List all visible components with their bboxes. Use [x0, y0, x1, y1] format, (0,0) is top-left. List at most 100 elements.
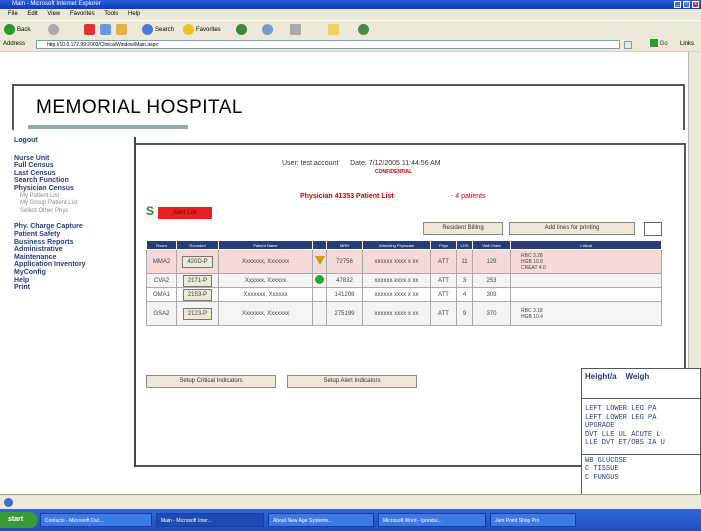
address-label: Address	[3, 41, 26, 47]
sidebar-item-maintenance[interactable]: Maintenance	[14, 254, 134, 262]
mrn-cell: 141208	[326, 287, 363, 302]
close-icon[interactable]: x	[692, 1, 699, 8]
address-input[interactable]: http://10.0.172.99:2003/ClinicalWindow/M…	[36, 40, 620, 49]
sidebar-item-print[interactable]: Print	[14, 284, 134, 292]
popup-line: LEFT LOWER LEG PA	[585, 405, 657, 413]
patient-name-cell[interactable]: Xxxxxxx, Xxxxxx	[218, 287, 313, 302]
stop-button[interactable]	[84, 24, 97, 36]
star-icon	[183, 24, 194, 35]
refresh-icon	[100, 24, 111, 35]
rounded-cell: 2153-P	[176, 287, 219, 302]
popup-height-label: Height/a	[585, 372, 617, 381]
resident-billing-button[interactable]: Resident Billing	[423, 222, 503, 235]
task-ie-main[interactable]: Main - Microsoft Inter...	[156, 513, 264, 527]
minimize-icon[interactable]: _	[674, 1, 681, 8]
patient-name-cell[interactable]: Xxxxxxx, Xxxxxxx	[218, 249, 313, 274]
rounded-button[interactable]: 2171-P	[182, 274, 213, 287]
s-badge: S	[146, 204, 155, 218]
col-patient-name[interactable]: Patient Name	[218, 240, 313, 250]
col-room[interactable]: Room	[146, 240, 177, 250]
menu-edit[interactable]: Edit	[27, 11, 37, 17]
setup-critical-button[interactable]: Setup Critical Indicators	[146, 375, 276, 388]
menu-file[interactable]: File	[8, 11, 18, 17]
sidebar-item-nurse-unit[interactable]: Nurse Unit	[14, 155, 134, 163]
print-count-input[interactable]	[644, 222, 662, 236]
favorites-button[interactable]: Favorites	[183, 24, 221, 36]
back-button[interactable]: Back	[4, 24, 30, 36]
task-about[interactable]: About New Age Systems...	[268, 513, 374, 527]
menu-bar: File Edit View Favorites Tools Help	[0, 9, 701, 20]
window-title: Main - Microsoft Internet Explorer	[12, 1, 101, 7]
sidebar-item-search-function[interactable]: Search Function	[14, 177, 134, 185]
date-label: Date: 7/12/2005 11:44:56 AM	[350, 160, 441, 167]
table-row[interactable]: MMA2 420D-P Xxxxxxx, Xxxxxxx 72756 xxxxx…	[146, 249, 662, 274]
col-mrn[interactable]: MRN	[326, 240, 363, 250]
sidebar-item-full-census[interactable]: Full Census	[14, 162, 134, 170]
col-visit-order[interactable]: Visit Order	[472, 240, 511, 250]
setup-alert-button[interactable]: Setup Alert Indicators	[287, 375, 417, 388]
sidebar-item-patient-safety[interactable]: Patient Safety	[14, 231, 134, 239]
menu-favorites[interactable]: Favorites	[70, 11, 95, 17]
go-button[interactable]: Go	[650, 39, 676, 50]
sidebar-item-business-reports[interactable]: Business Reports	[14, 239, 134, 247]
menu-tools[interactable]: Tools	[104, 11, 118, 17]
alert-list-button[interactable]: Alert List	[158, 207, 212, 219]
col-los[interactable]: LOS	[456, 240, 473, 250]
sidebar-item-physician-census[interactable]: Physician Census	[14, 185, 134, 193]
rounded-button[interactable]: 2153-P	[182, 288, 213, 301]
green-status-dot-icon[interactable]	[315, 275, 324, 284]
patient-name-cell[interactable]: Xxxxxxx, Xxxxxxx	[218, 301, 313, 326]
col-phys[interactable]: Phys	[430, 240, 457, 250]
table-row[interactable]: CVA2 2171-P Xxxxxx, Xxxxxx 47832 xxxxxx …	[146, 273, 662, 288]
sidebar-item-help[interactable]: Help	[14, 277, 134, 285]
sidebar-item-myconfig[interactable]: MyConfig	[14, 269, 134, 277]
rounded-button[interactable]: 420D-P	[182, 255, 213, 268]
sidebar-item-charge-capture[interactable]: Phy. Charge Capture	[14, 223, 134, 231]
home-button[interactable]	[116, 24, 129, 36]
popup-divider	[582, 453, 700, 455]
table-row[interactable]: GSA2 2123-P Xxxxxxx, Xxxxxxx 275199 xxxx…	[146, 301, 662, 326]
sidebar-item-administrative[interactable]: Administrative	[14, 246, 134, 254]
ie-status-icon	[4, 498, 13, 507]
flag-cell	[312, 287, 327, 302]
history-button[interactable]	[262, 24, 275, 36]
sidebar-item-application-inventory[interactable]: Application Inventory	[14, 261, 134, 269]
los-cell: 4	[456, 287, 473, 302]
window-title-bar: Main - Microsoft Internet Explorer _ □ x	[0, 0, 701, 9]
col-attending[interactable]: Attending Physician	[362, 240, 431, 250]
menu-help[interactable]: Help	[128, 11, 140, 17]
room-cell: GSA2	[146, 301, 177, 326]
media-button[interactable]	[236, 24, 249, 36]
warning-triangle-icon[interactable]	[314, 256, 325, 265]
table-row[interactable]: OMA1 2153-P Xxxxxxx, Xxxxxx 141208 xxxxx…	[146, 287, 662, 302]
sidebar-sub-group-patient-list[interactable]: My Group Patient List	[14, 200, 134, 208]
links-label[interactable]: Links	[680, 38, 694, 51]
address-dropdown-icon[interactable]	[624, 41, 632, 49]
messenger-icon	[358, 24, 369, 35]
sidebar-item-logout[interactable]: Logout	[14, 137, 134, 145]
sidebar-sub-select-other-phys[interactable]: Select Other Phys	[14, 208, 134, 216]
flag-cell	[312, 249, 327, 274]
messenger-button[interactable]	[358, 24, 371, 36]
sidebar-sub-my-patient-list[interactable]: My Patient List	[14, 193, 134, 201]
sidebar-item-last-census[interactable]: Last Census	[14, 170, 134, 178]
col-critical[interactable]: Critical	[510, 240, 662, 250]
start-button[interactable]: start	[0, 512, 38, 528]
col-rounded[interactable]: Rounded	[176, 240, 219, 250]
hospital-name: MEMORIAL HOSPITAL	[36, 97, 243, 118]
search-button[interactable]: Search	[142, 24, 174, 36]
task-outlook[interactable]: Contacts - Microsoft Out...	[40, 513, 152, 527]
add-lines-button[interactable]: Add lines for printing	[509, 222, 635, 235]
maximize-icon[interactable]: □	[683, 1, 690, 8]
home-icon	[116, 24, 127, 35]
attending-cell: xxxxxx xxxx x xx	[362, 301, 431, 326]
rounded-button[interactable]: 2123-P	[182, 307, 213, 320]
forward-button[interactable]	[48, 24, 61, 36]
folder-button[interactable]	[328, 24, 341, 36]
patient-name-cell[interactable]: Xxxxxx, Xxxxxx	[218, 273, 313, 288]
mail-button[interactable]	[290, 24, 303, 36]
task-word[interactable]: Microsoft Word - Ipresbu...	[378, 513, 486, 527]
menu-view[interactable]: View	[47, 11, 60, 17]
refresh-button[interactable]	[100, 24, 113, 36]
task-paintshop[interactable]: Jam Point Shop Pro	[490, 513, 576, 527]
